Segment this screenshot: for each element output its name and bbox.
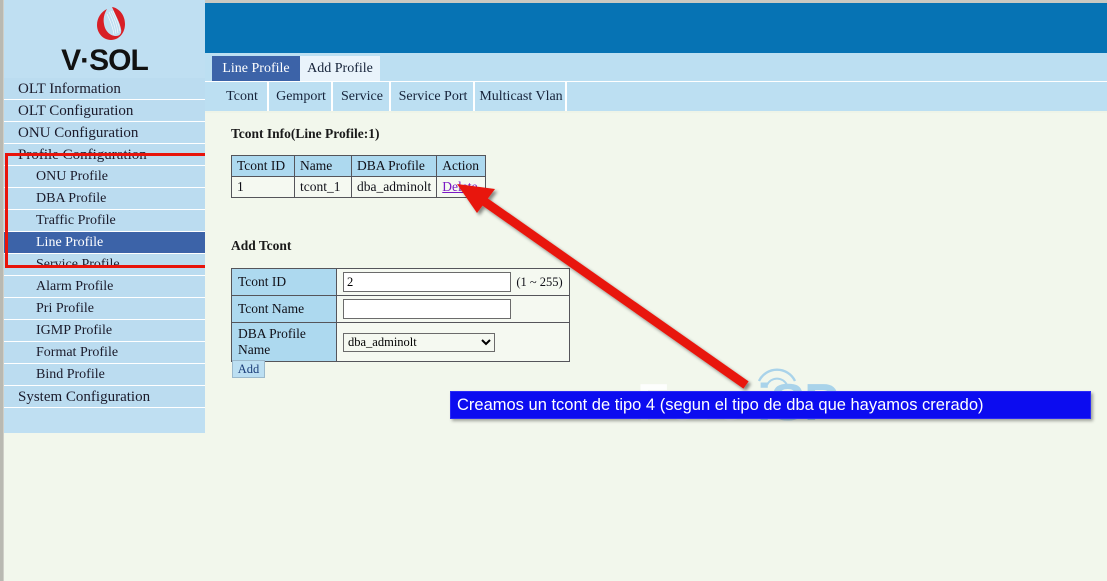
tcont-table-header-row: Tcont ID Name DBA Profile Action	[231, 155, 487, 177]
sidebar-item-traffic-profile[interactable]: Traffic Profile	[4, 210, 205, 232]
delete-link[interactable]: Delete	[442, 179, 477, 194]
brand-name: V·SOL	[61, 44, 149, 77]
tcont-info-title: Tcont Info(Line Profile:1)	[231, 126, 380, 141]
sidebar: V·SOL OLT Information OLT Configuration ON…	[4, 0, 210, 433]
sidebar-item-system-configuration[interactable]: System Configuration	[4, 386, 205, 408]
sidebar-item-igmp-profile[interactable]: IGMP Profile	[4, 320, 205, 342]
watermark-wifi-arc-icon	[757, 368, 797, 386]
tcont-table-body: 1 tcont_1 dba_adminolt Delete	[231, 176, 487, 198]
sidebar-item-onu-profile[interactable]: ONU Profile	[4, 166, 205, 188]
cell-tcont-id: 1	[231, 176, 295, 198]
tcont-col-header: Tcont ID	[231, 155, 295, 177]
sidebar-nav: OLT Information OLT Configuration ONU Conf…	[4, 78, 205, 408]
brand-logo: V·SOL	[4, 0, 205, 78]
header-bar	[205, 3, 1107, 53]
subtab-multicast-vlan[interactable]: Multicast Vlan	[477, 82, 567, 111]
add-tcont-form-table: Tcont ID (1 ~ 255) Tcont Name DBA Profil…	[231, 268, 570, 362]
dba-profile-name-select[interactable]: dba_adminolt	[343, 332, 495, 352]
vsol-logo-icon	[97, 7, 125, 40]
annotation-callout: Creamos un tcont de tipo 4 (segun el tip…	[450, 391, 1091, 419]
add-button[interactable]: Add	[232, 360, 265, 378]
tcont-id-row: Tcont ID (1 ~ 255)	[231, 268, 570, 296]
subtab-tcont[interactable]: Tcont	[217, 82, 269, 111]
tcont-name-input[interactable]	[343, 299, 511, 319]
sidebar-item-onu-configuration[interactable]: ONU Configuration	[4, 122, 205, 144]
tab-add-profile[interactable]: Add Profile	[300, 56, 380, 81]
table-row: 1 tcont_1 dba_adminolt Delete	[231, 176, 487, 198]
tcont-col-header: Name	[294, 155, 352, 177]
sidebar-item-alarm-profile[interactable]: Alarm Profile	[4, 276, 205, 298]
dba-profile-name-row: DBA Profile Name dba_adminolt	[231, 322, 570, 362]
sidebar-item-dba-profile[interactable]: DBA Profile	[4, 188, 205, 210]
add-tcont-title: Add Tcont	[231, 238, 292, 253]
primary-tab-strip: Line Profile Add Profile	[205, 53, 1107, 81]
tab-line-profile[interactable]: Line Profile	[212, 56, 300, 81]
tcont-name-label: Tcont Name	[231, 295, 337, 323]
browser-gutter-inner	[0, 0, 3, 581]
secondary-tab-strip: Tcont Gemport Service Service Port Multicast…	[205, 82, 1107, 111]
tcont-id-input[interactable]	[343, 272, 511, 292]
sidebar-item-olt-information[interactable]: OLT Information	[4, 78, 205, 100]
subtab-service-port[interactable]: Service Port	[393, 82, 475, 111]
cell-name: tcont_1	[294, 176, 352, 198]
tcont-id-label: Tcont ID	[231, 268, 337, 296]
tcont-id-range-hint: (1 ~ 255)	[516, 274, 563, 289]
tcont-col-header: DBA Profile	[350, 155, 438, 177]
sidebar-item-profile-configuration[interactable]: Profile Configuration	[4, 144, 205, 166]
dba-profile-name-label: DBA Profile Name	[231, 322, 337, 362]
subtab-gemport[interactable]: Gemport	[271, 82, 333, 111]
sidebar-item-bind-profile[interactable]: Bind Profile	[4, 364, 205, 386]
sidebar-item-olt-configuration[interactable]: OLT Configuration	[4, 100, 205, 122]
sidebar-item-format-profile[interactable]: Format Profile	[4, 342, 205, 364]
sidebar-item-service-profile[interactable]: Service Profile	[4, 254, 205, 276]
sidebar-item-line-profile[interactable]: Line Profile	[4, 232, 205, 254]
sidebar-item-pri-profile[interactable]: Pri Profile	[4, 298, 205, 320]
tcont-info-table: Tcont ID Name DBA Profile Action 1 tcont_1 db…	[231, 155, 487, 198]
tcont-col-header: Action	[436, 155, 487, 177]
subtab-service[interactable]: Service	[335, 82, 391, 111]
tcont-name-row: Tcont Name	[231, 295, 570, 323]
cell-dba-profile: dba_adminolt	[350, 176, 438, 198]
cell-action: Delete	[436, 176, 487, 198]
